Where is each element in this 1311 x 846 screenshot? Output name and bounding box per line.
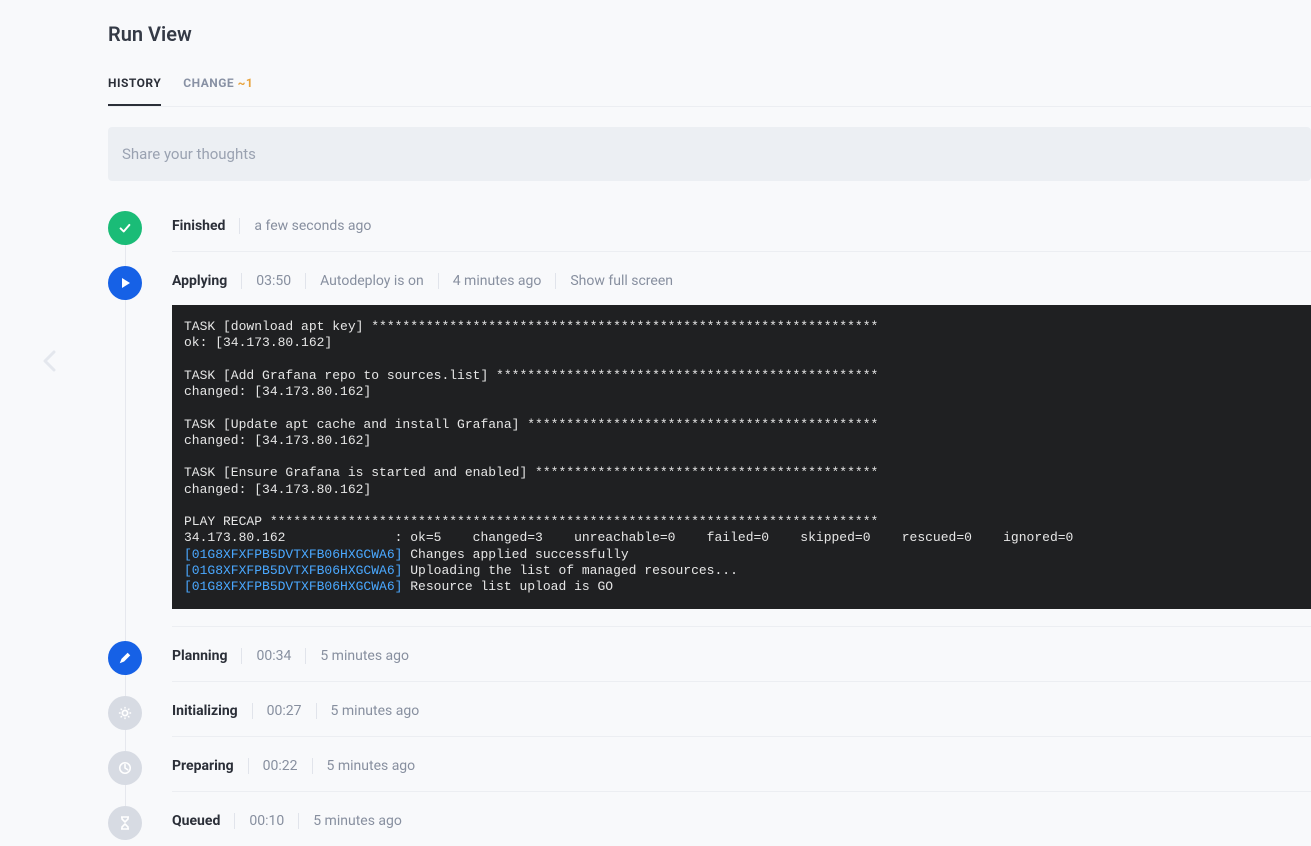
stage-time: 5 minutes ago bbox=[313, 813, 402, 829]
tab-change-badge: ~1 bbox=[238, 76, 254, 90]
tab-bar: History Change ~1 bbox=[108, 76, 1311, 107]
stage-preparing: Preparing 00:22 5 minutes ago bbox=[108, 751, 1311, 792]
comment-input[interactable]: Share your thoughts bbox=[108, 127, 1311, 181]
tab-change-label: Change bbox=[183, 76, 234, 90]
page-title: Run View bbox=[108, 22, 1311, 46]
show-fullscreen-link[interactable]: Show full screen bbox=[570, 273, 673, 289]
terminal-output[interactable]: TASK [download apt key] ****************… bbox=[172, 305, 1311, 609]
stage-time: 5 minutes ago bbox=[327, 758, 416, 774]
stage-name: Planning bbox=[172, 648, 227, 664]
stage-autodeploy: Autodeploy is on bbox=[320, 273, 424, 289]
stage-time: 5 minutes ago bbox=[320, 648, 409, 664]
stage-time: 5 minutes ago bbox=[331, 703, 420, 719]
collapse-chevron-icon[interactable] bbox=[42, 350, 56, 372]
stage-name: Queued bbox=[172, 813, 220, 829]
tab-change[interactable]: Change ~1 bbox=[183, 76, 253, 106]
stage-name: Preparing bbox=[172, 758, 234, 774]
stage-finished: Finished a few seconds ago bbox=[108, 211, 1311, 252]
stage-duration: 00:22 bbox=[263, 758, 298, 774]
stage-duration: 03:50 bbox=[256, 273, 291, 289]
play-icon bbox=[108, 266, 142, 300]
stage-duration: 00:10 bbox=[249, 813, 284, 829]
comment-placeholder: Share your thoughts bbox=[122, 145, 256, 163]
stage-queued: Queued 00:10 5 minutes ago bbox=[108, 806, 1311, 846]
stage-applying: Applying 03:50 Autodeploy is on 4 minute… bbox=[108, 266, 1311, 627]
stage-name: Initializing bbox=[172, 703, 238, 719]
hourglass-icon bbox=[108, 806, 142, 840]
gear-icon bbox=[108, 696, 142, 730]
stage-duration: 00:34 bbox=[256, 648, 291, 664]
stage-duration: 00:27 bbox=[267, 703, 302, 719]
stage-name: Applying bbox=[172, 273, 227, 289]
stage-initializing: Initializing 00:27 5 minutes ago bbox=[108, 696, 1311, 737]
clock-icon bbox=[108, 751, 142, 785]
edit-icon bbox=[108, 641, 142, 675]
stage-planning: Planning 00:34 5 minutes ago bbox=[108, 641, 1311, 682]
tab-history[interactable]: History bbox=[108, 76, 161, 106]
check-icon bbox=[108, 211, 142, 245]
stage-time: a few seconds ago bbox=[254, 218, 371, 234]
stage-name: Finished bbox=[172, 218, 225, 234]
stage-time: 4 minutes ago bbox=[453, 273, 542, 289]
